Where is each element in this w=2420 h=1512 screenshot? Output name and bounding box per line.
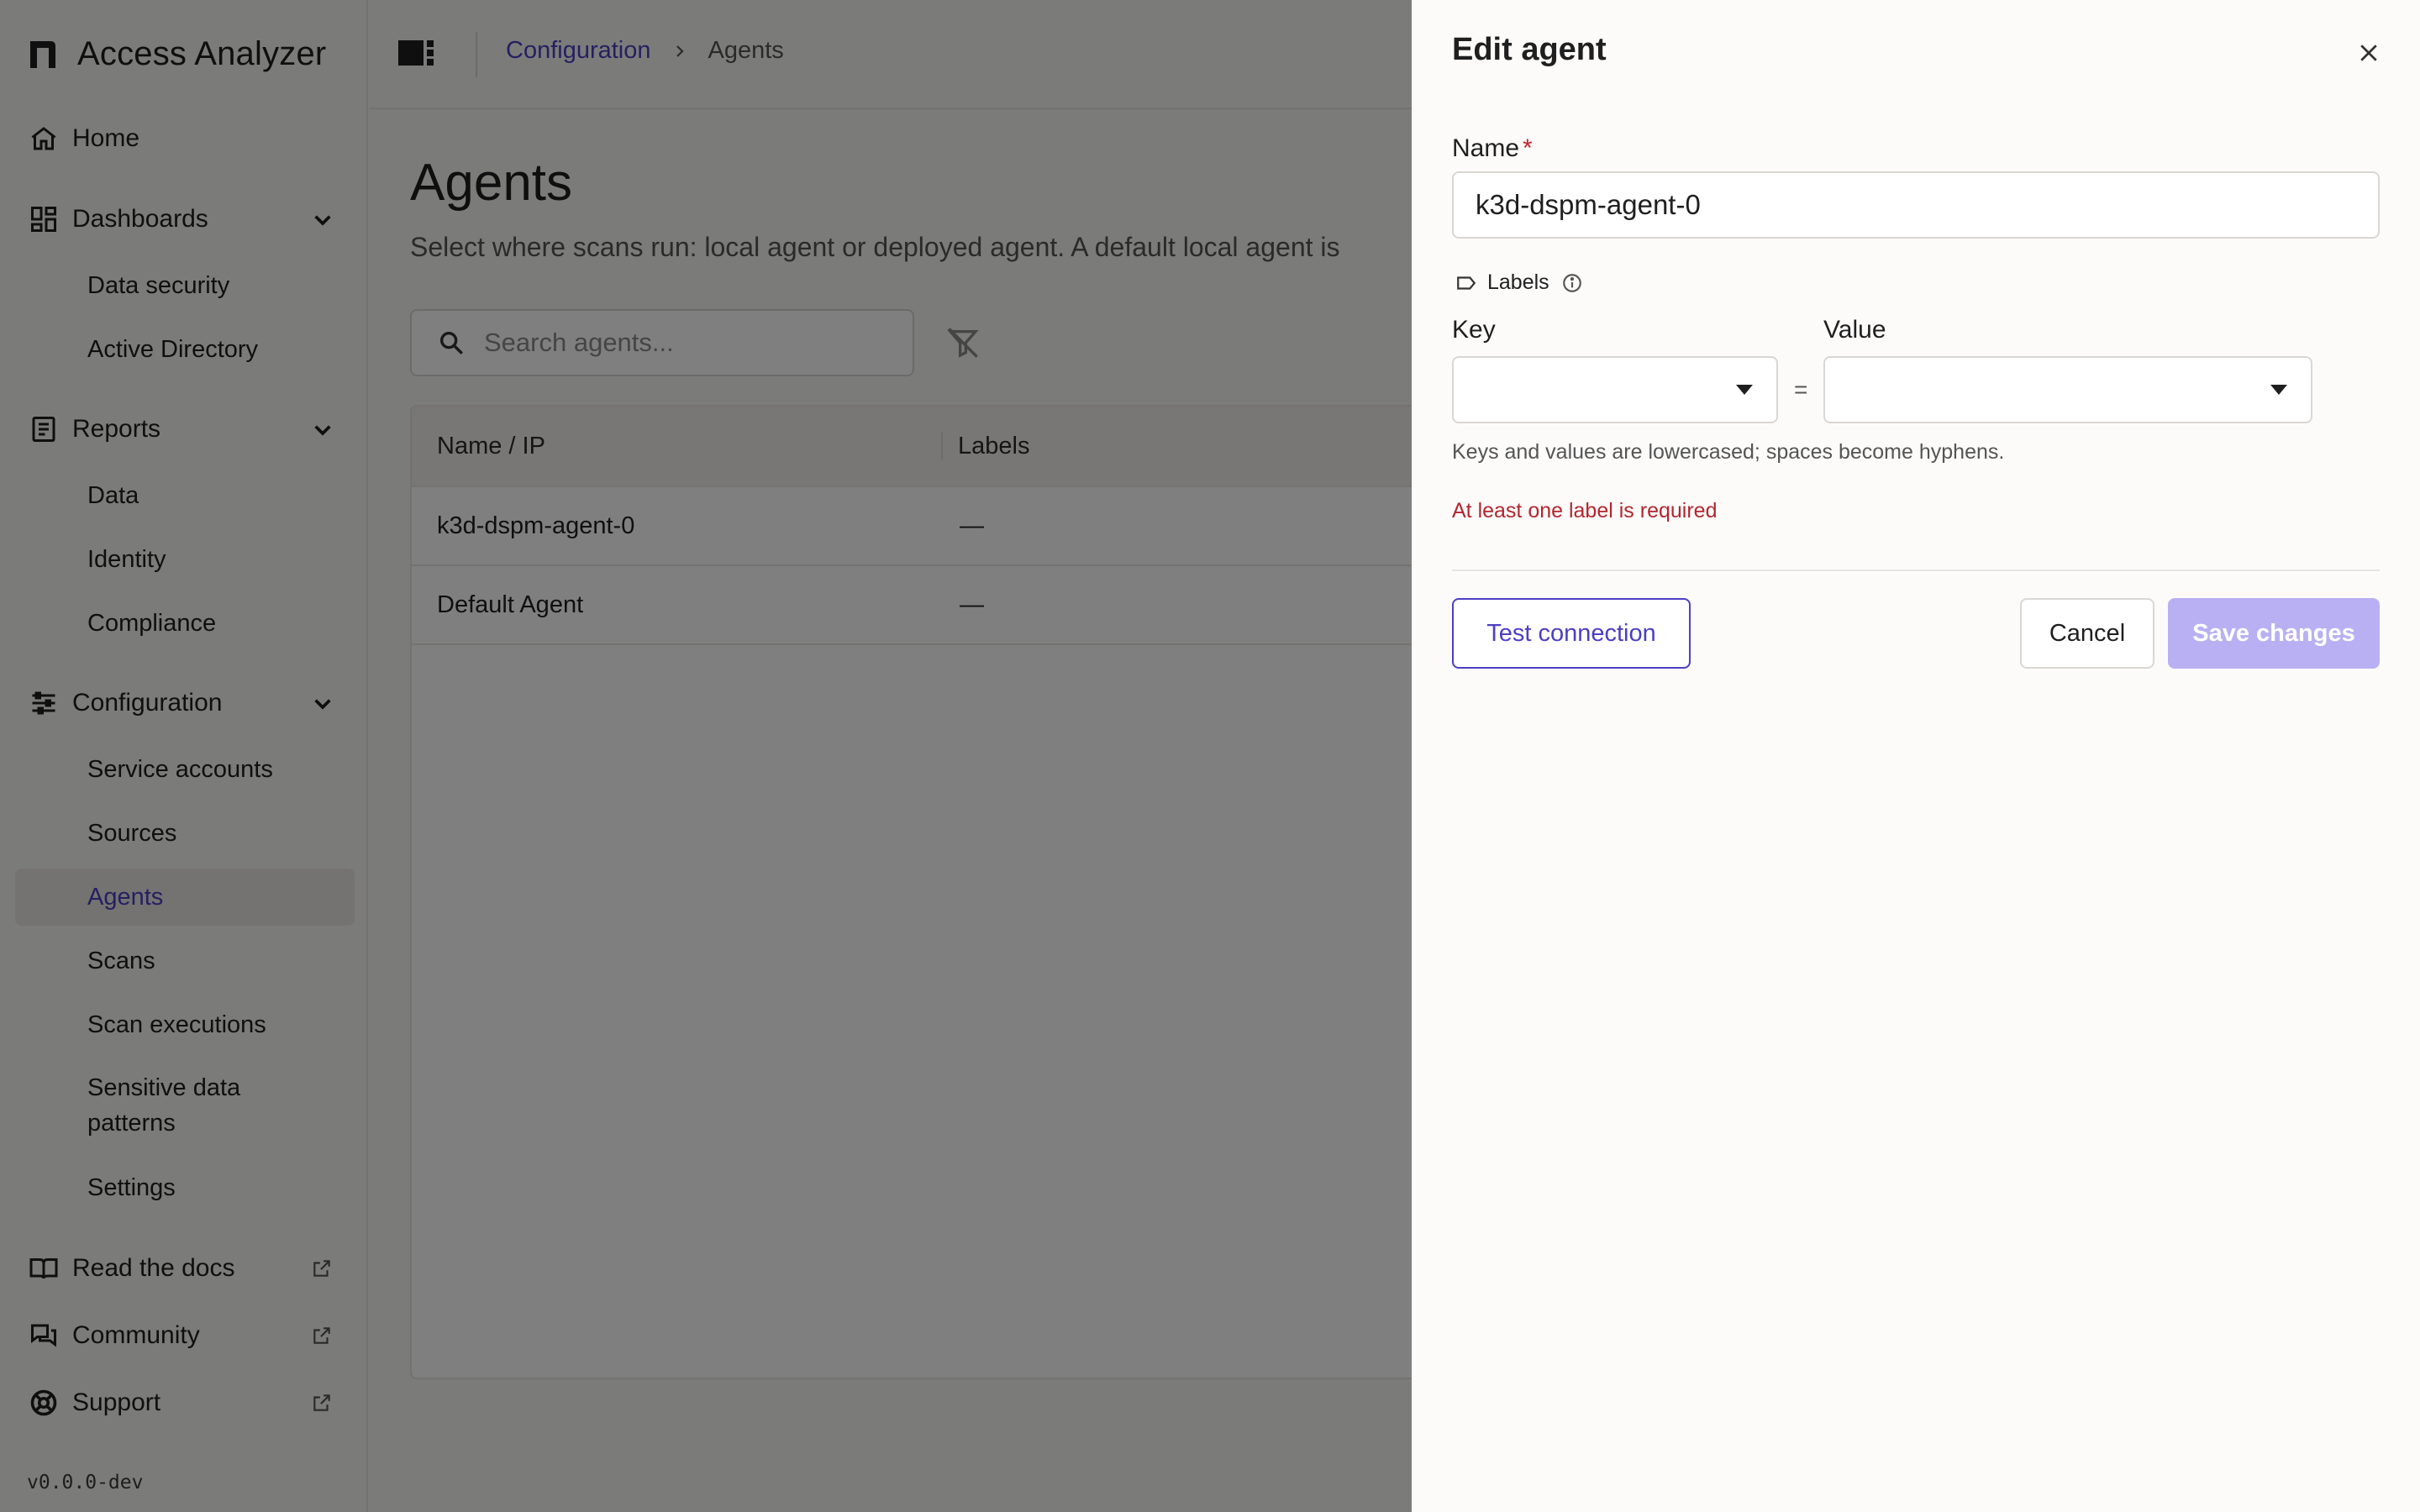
test-connection-button[interactable]: Test connection: [1452, 598, 1691, 669]
label-key-select[interactable]: [1452, 356, 1778, 423]
labels-error: At least one label is required: [1452, 499, 1718, 522]
label-value-select[interactable]: [1823, 356, 2312, 423]
labels-heading-text: Labels: [1487, 270, 1549, 294]
drawer-title: Edit agent: [1452, 32, 1607, 67]
name-label-text: Name: [1452, 134, 1520, 162]
name-field-label: Name *: [1452, 134, 1533, 163]
close-icon: [2360, 45, 2377, 61]
value-field-label: Value: [1823, 316, 1886, 344]
labels-hint: Keys and values are lowercased; spaces b…: [1452, 440, 2005, 464]
caret-down-icon: [2270, 385, 2287, 395]
modal-backdrop[interactable]: [0, 0, 1412, 1512]
save-changes-button[interactable]: Save changes: [2168, 598, 2380, 669]
equals-sign: =: [1794, 376, 1808, 402]
label-tag-icon: [1457, 276, 1476, 290]
key-field-label: Key: [1452, 316, 1496, 344]
close-button[interactable]: [2351, 35, 2386, 71]
cancel-button[interactable]: Cancel: [2020, 598, 2154, 669]
required-mark: *: [1523, 134, 1533, 162]
info-icon[interactable]: [1561, 272, 1583, 294]
agent-name-input[interactable]: [1452, 171, 2380, 239]
drawer-divider: [1452, 570, 2380, 571]
caret-down-icon: [1736, 385, 1753, 395]
labels-heading: Labels: [1455, 270, 1583, 295]
edit-agent-drawer: Edit agent Name* Labels Key Value = Keys…: [1412, 0, 2420, 1512]
